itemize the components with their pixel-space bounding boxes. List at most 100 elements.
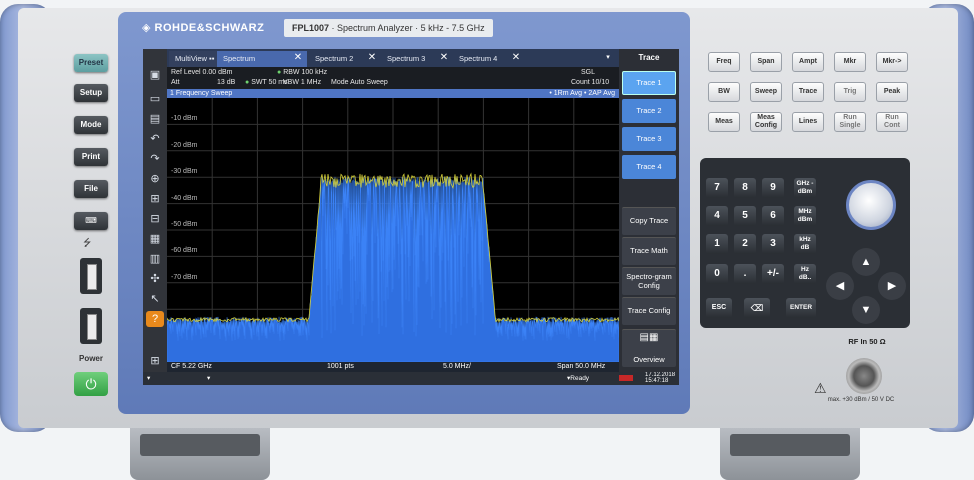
close-icon[interactable]: ✕ xyxy=(509,51,523,65)
softkey-trace-config[interactable]: Trace Config xyxy=(622,297,676,325)
display-icon[interactable]: ▥ xyxy=(146,251,164,267)
side-toolbar: ▣ ▭ ▤ ↶ ↷ ⊕ ⊞ ⊟ ▦ ▥ ✣ ↖ ? ⊞ xyxy=(143,49,167,385)
enter-button[interactable]: ENTER xyxy=(786,298,816,318)
key-digit-3[interactable]: 3 xyxy=(762,234,784,254)
key-digit-5[interactable]: 5 xyxy=(734,206,756,226)
key-unit-3[interactable]: Hz dB.. xyxy=(794,264,816,284)
sweep-title: 1 Frequency Sweep xyxy=(170,90,233,97)
help-icon[interactable]: ? xyxy=(146,311,164,327)
arrow-left-icon: ◀ xyxy=(835,280,845,292)
save-icon[interactable]: ▤ xyxy=(146,111,164,127)
arrow-right-button[interactable]: ▶ xyxy=(878,272,906,300)
screenshot-icon[interactable]: ▣ xyxy=(146,67,164,83)
power-label: Power xyxy=(78,354,103,363)
open-icon[interactable]: ▭ xyxy=(146,91,164,107)
mode-button[interactable]: Mode xyxy=(74,116,108,134)
key-digit-1[interactable]: 1 xyxy=(706,234,728,254)
usb-port-1[interactable] xyxy=(80,258,102,294)
wizard-icon[interactable]: ✣ xyxy=(146,271,164,287)
softkey-spectrogram-config[interactable]: Spectro-gram Config xyxy=(622,267,676,295)
power-button[interactable]: ⏻ xyxy=(74,372,108,396)
model-badge: FPL1007 · Spectrum Analyzer · 5 kHz - 7.… xyxy=(284,19,493,37)
usb-port-2[interactable] xyxy=(80,308,102,344)
tab-multiview[interactable]: MultiView ▪▪ xyxy=(169,51,221,67)
key-freq[interactable]: Freq xyxy=(708,52,740,72)
key-meas-config[interactable]: Meas Config xyxy=(750,112,782,132)
preset-button[interactable]: Preset xyxy=(74,54,108,72)
print-button[interactable]: Print xyxy=(74,148,108,166)
softkey-overview[interactable]: ▤▦ Overview xyxy=(622,329,676,367)
setup-button[interactable]: Setup xyxy=(74,84,108,102)
windows-icon[interactable]: ⊞ xyxy=(146,353,164,369)
arrow-down-button[interactable]: ▼ xyxy=(852,296,880,324)
esc-button[interactable]: ESC xyxy=(706,298,732,318)
spectrum-plot[interactable]: -10 dBm -20 dBm -30 dBm -40 dBm -50 dBm -60 d… xyxy=(167,98,619,362)
y-axis-label: -30 dBm xyxy=(171,168,198,176)
key-span[interactable]: Span xyxy=(750,52,782,72)
arrow-left-button[interactable]: ◀ xyxy=(826,272,854,300)
key-digit-point[interactable]: . xyxy=(734,264,756,284)
key-trig[interactable]: Trig xyxy=(834,82,866,102)
key-run-cont[interactable]: Run Cont xyxy=(876,112,908,132)
backspace-button[interactable]: ⌫ xyxy=(744,298,770,318)
key-unit-1[interactable]: MHz dBm xyxy=(794,206,816,226)
chevron-down-icon[interactable]: ▾ xyxy=(601,51,615,65)
spectrum-graph xyxy=(167,98,619,362)
rotary-knob[interactable] xyxy=(846,180,896,230)
key-lines[interactable]: Lines xyxy=(792,112,824,132)
key-digit-sign[interactable]: +/- xyxy=(762,264,784,284)
multi-zoom-icon[interactable]: ⊞ xyxy=(146,191,164,207)
key-run-single[interactable]: Run Single xyxy=(834,112,866,132)
key-mkr[interactable]: Mkr xyxy=(834,52,866,72)
brand-bar: ◈ ROHDE&SCHWARZ FPL1007 · Spectrum Analy… xyxy=(132,17,692,39)
softkey-trace-2[interactable]: Trace 2 xyxy=(622,99,676,123)
sweep-points: 1001 pts xyxy=(327,363,354,370)
key-digit-2[interactable]: 2 xyxy=(734,234,756,254)
keyboard-button[interactable]: ⌨ xyxy=(74,212,108,230)
key-digit-8[interactable]: 8 xyxy=(734,178,756,198)
softkey-copy-trace[interactable]: Copy Trace xyxy=(622,207,676,235)
measurement-info: Ref Level 0.00 dBm Att 13 dB ● SWT 50 ms… xyxy=(167,67,619,89)
undo-icon[interactable]: ↶ xyxy=(146,131,164,147)
key-digit-7[interactable]: 7 xyxy=(706,178,728,198)
att-label: Att xyxy=(171,79,180,86)
zoom-icon[interactable]: ⊕ xyxy=(146,171,164,187)
help-pointer-icon[interactable]: ↖ xyxy=(146,291,164,307)
softkey-trace-4[interactable]: Trace 4 xyxy=(622,155,676,179)
redo-icon[interactable]: ↷ xyxy=(146,151,164,167)
chevron-down-icon[interactable]: ▾ xyxy=(207,372,210,385)
close-icon[interactable]: ✕ xyxy=(291,51,305,65)
softkey-trace-1[interactable]: Trace 1 xyxy=(622,71,676,95)
usb-icon: ⭍ xyxy=(83,238,92,249)
warning-icon: ⚠ xyxy=(814,380,827,396)
chevron-down-icon[interactable]: ▾ xyxy=(147,372,150,385)
key-digit-0[interactable]: 0 xyxy=(706,264,728,284)
key-bw[interactable]: BW xyxy=(708,82,740,102)
file-button[interactable]: File xyxy=(74,180,108,198)
rf-input-connector[interactable] xyxy=(846,358,882,394)
key-sweep[interactable]: Sweep xyxy=(750,82,782,102)
key-digit-6[interactable]: 6 xyxy=(762,206,784,226)
close-icon[interactable]: ✕ xyxy=(437,51,451,65)
key-trace[interactable]: Trace xyxy=(792,82,824,102)
softkey-trace-3[interactable]: Trace 3 xyxy=(622,127,676,151)
frequency-per-div: 5.0 MHz/ xyxy=(443,363,472,370)
softkey-trace-math[interactable]: Trace Math xyxy=(622,237,676,265)
key-mkr[interactable]: Mkr-> xyxy=(876,52,908,72)
arrow-right-icon: ▶ xyxy=(887,280,897,292)
y-axis-label: -50 dBm xyxy=(171,221,198,228)
key-unit-0[interactable]: GHz -dBm xyxy=(794,178,816,198)
keyboard-icon: ⌨ xyxy=(85,216,97,225)
key-ampt[interactable]: Ampt xyxy=(792,52,824,72)
left-foot xyxy=(130,428,270,480)
key-meas[interactable]: Meas xyxy=(708,112,740,132)
sequencer-icon[interactable]: ▦ xyxy=(146,231,164,247)
key-peak[interactable]: Peak xyxy=(876,82,908,102)
close-icon[interactable]: ✕ xyxy=(365,51,379,65)
arrow-up-button[interactable]: ▲ xyxy=(852,248,880,276)
key-digit-4[interactable]: 4 xyxy=(706,206,728,226)
key-unit-2[interactable]: kHz dB xyxy=(794,234,816,254)
zoom-off-icon[interactable]: ⊟ xyxy=(146,211,164,227)
key-digit-9[interactable]: 9 xyxy=(762,178,784,198)
count-label: Count 10/10 xyxy=(571,79,610,86)
